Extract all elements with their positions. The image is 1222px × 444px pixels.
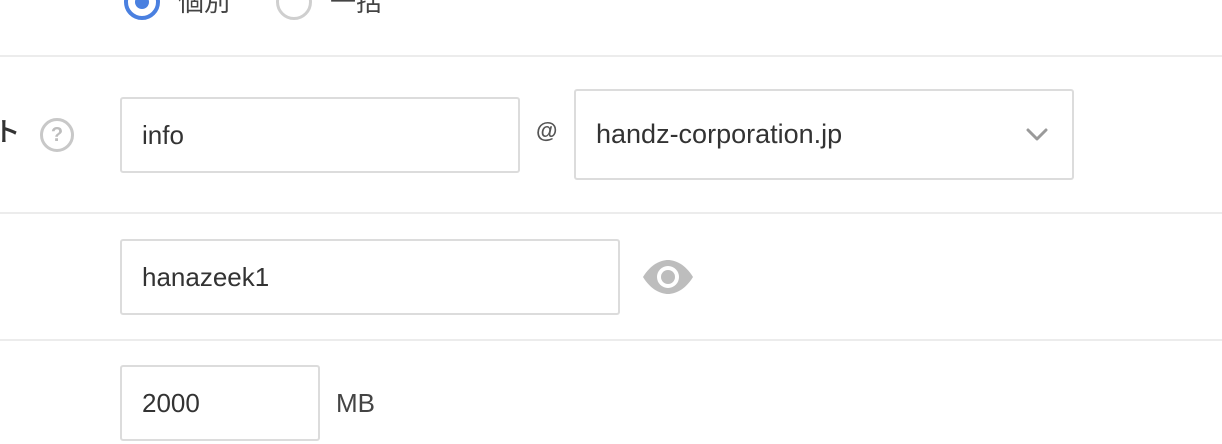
radio-individual-label: 個別 [178, 0, 231, 17]
account-row-label: ト [0, 117, 21, 147]
password-input[interactable]: hanazeek1 [120, 239, 620, 315]
domain-select-value: handz-corporation.jp [596, 119, 843, 149]
account-local-part-input[interactable]: info [120, 97, 520, 173]
row-divider [0, 55, 1222, 57]
chevron-down-icon [1026, 128, 1048, 141]
row-divider [0, 339, 1222, 341]
eye-icon[interactable] [641, 260, 695, 294]
row-divider [0, 212, 1222, 214]
radio-bulk-label: 一括 [330, 0, 383, 17]
radio-individual[interactable] [124, 0, 160, 20]
mail-account-form: 個別 一括 ト ? info @ handz-corporation.jp ha… [0, 0, 1222, 444]
domain-select[interactable]: handz-corporation.jp [574, 89, 1074, 180]
help-icon[interactable]: ? [40, 118, 74, 152]
quota-unit-label: MB [336, 388, 375, 418]
radio-bulk[interactable] [276, 0, 312, 20]
at-symbol: @ [536, 118, 558, 143]
quota-input[interactable]: 2000 [120, 365, 320, 441]
